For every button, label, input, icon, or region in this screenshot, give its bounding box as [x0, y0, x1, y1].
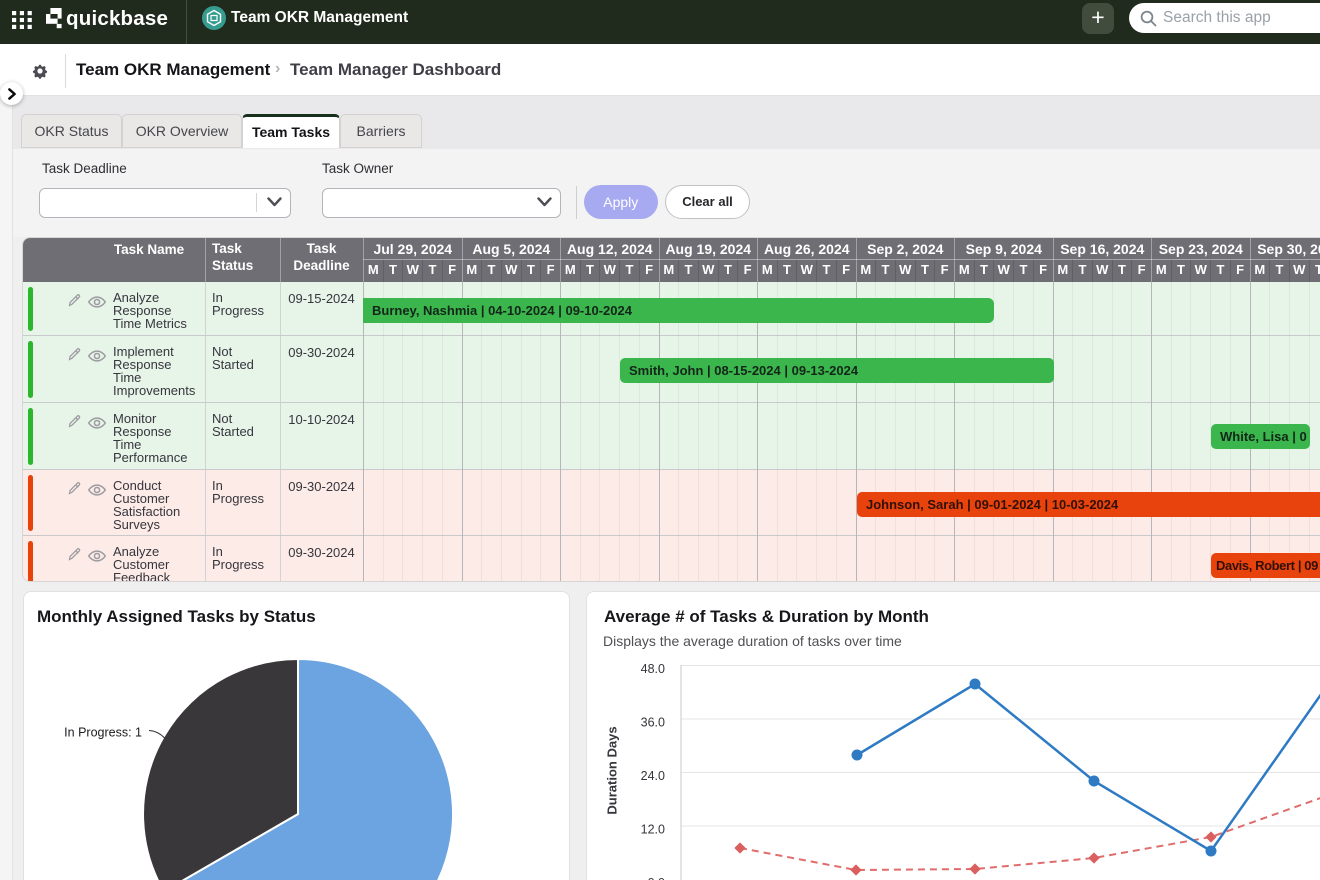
svg-text:Duration Days: Duration Days	[605, 726, 620, 814]
svg-text:36.0: 36.0	[641, 716, 665, 730]
svg-text:48.0: 48.0	[641, 662, 665, 676]
svg-text:12.0: 12.0	[641, 823, 665, 837]
svg-text:0.0: 0.0	[648, 876, 665, 880]
svg-text:In Progress: 1: In Progress: 1	[64, 726, 142, 740]
svg-text:24.0: 24.0	[641, 769, 665, 783]
